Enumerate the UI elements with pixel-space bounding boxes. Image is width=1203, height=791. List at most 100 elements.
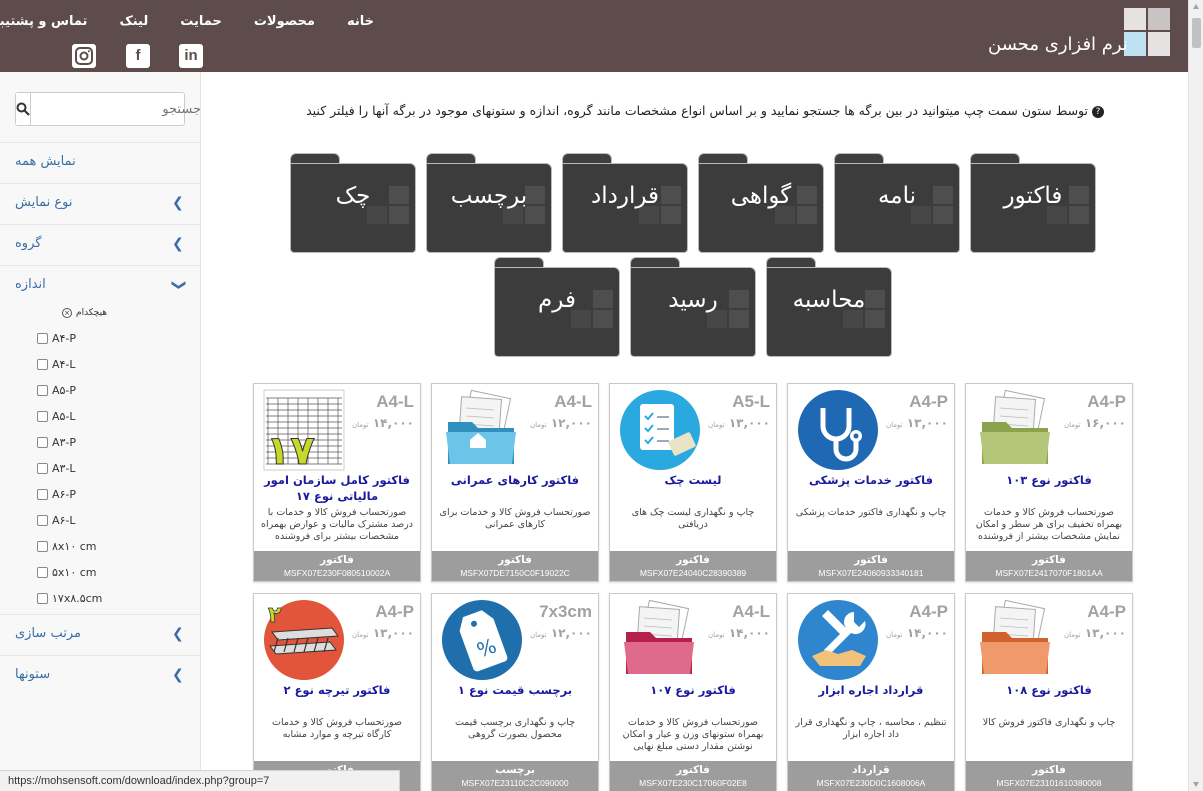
checkbox[interactable] <box>37 540 48 552</box>
size-option[interactable]: A۵-L <box>37 408 76 424</box>
sidebar-sort[interactable]: مرتب سازی ❮ <box>0 614 200 654</box>
folder-category[interactable]: قرارداد <box>562 153 688 253</box>
product-title[interactable]: فاکتور کامل سازمان امور مالیاتی نوع ۱۷ <box>258 472 416 504</box>
chevron-left-icon: ❮ <box>172 667 184 683</box>
product-title[interactable]: لیست چک <box>614 472 772 488</box>
product-description: صورتحساب فروش کالا و خدمات بهمراه ستونها… <box>622 717 764 752</box>
checkbox[interactable] <box>37 358 48 370</box>
product-category[interactable]: قرارداد <box>788 761 954 777</box>
sidebar-columns[interactable]: ستونها ❮ <box>0 655 200 695</box>
folder-category[interactable]: محاسبه <box>766 257 892 357</box>
product-card[interactable]: A4-P ۱۳,۰۰۰ تومان فاکتور نوع ۱۰۸ چاپ و نگهد… <box>965 593 1133 791</box>
product-title[interactable]: فاکتور نوع ۱۰۳ <box>970 472 1128 488</box>
size-option[interactable]: A۳-P <box>37 434 76 450</box>
product-description: صورتحساب فروش کالا و خدمات با درصد مشترک… <box>261 507 413 542</box>
product-card[interactable]: A4-P ۱۴,۰۰۰ تومان قرارداد اجاره ابزار تنظیم… <box>787 593 955 791</box>
site-logo[interactable]: نرم افزاری محسن <box>988 8 1178 64</box>
size-option[interactable]: ۱۷x۸.۵cm <box>37 590 102 606</box>
product-card[interactable]: ۱۷ A4-L ۱۴,۰۰۰ تومان فاکتور کامل سازمان امو… <box>253 383 421 582</box>
product-title[interactable]: فاکتور نوع ۱۰۸ <box>970 682 1128 698</box>
product-card[interactable]: ۲ A4-P ۱۳,۰۰۰ تومان فاکتور تیرچه نوع ۲ صورتح… <box>253 593 421 791</box>
product-code: MSFX07E24060933340181 <box>818 568 924 578</box>
product-price: ۱۴,۰۰۰ تومان <box>352 416 414 430</box>
product-category[interactable]: فاکتور <box>254 551 420 567</box>
checkbox[interactable] <box>37 462 48 474</box>
sidebar-display-type[interactable]: نوع نمایش ❮ <box>0 183 200 223</box>
folder-category[interactable]: فاکتور <box>970 153 1096 253</box>
product-title[interactable]: فاکتور تیرچه نوع ۲ <box>258 682 416 698</box>
search-input[interactable] <box>31 93 209 125</box>
size-option-none[interactable]: × هیچکدام <box>62 308 107 318</box>
product-title[interactable]: فاکتور کارهای عمرانی <box>436 472 594 488</box>
product-category[interactable]: فاکتور <box>432 551 598 567</box>
folder-category[interactable]: رسید <box>630 257 756 357</box>
product-title[interactable]: برچسب قیمت نوع ۱ <box>436 682 594 698</box>
scroll-thumb[interactable] <box>1192 18 1201 48</box>
scroll-down-icon[interactable] <box>1193 782 1199 787</box>
facebook-icon[interactable]: f <box>126 44 150 68</box>
svg-text:۲: ۲ <box>268 603 282 628</box>
logo-text: نرم افزاری محسن <box>988 34 1128 55</box>
checkbox[interactable] <box>37 566 48 578</box>
folder-category[interactable]: گواهی <box>698 153 824 253</box>
checkbox[interactable] <box>37 436 48 448</box>
page-scrollbar[interactable] <box>1188 0 1203 791</box>
product-card[interactable]: % 7x3cm ۱۲,۰۰۰ تومان برچسب قیمت نوع ۱ چاپ و … <box>431 593 599 791</box>
size-option[interactable]: A۶-L <box>37 512 76 528</box>
product-category[interactable]: فاکتور <box>966 761 1132 777</box>
search-button[interactable] <box>16 93 31 125</box>
folder-category[interactable]: نامه <box>834 153 960 253</box>
info-text: ? توسط ستون سمت چپ میتوانید در بین برگه ه… <box>282 103 1104 118</box>
size-option[interactable]: ۸x۱۰ cm <box>37 538 97 554</box>
price-value: ۱۴,۰۰۰ <box>372 416 414 430</box>
folder-category[interactable]: چک <box>290 153 416 253</box>
product-card[interactable]: A4-L ۱۲,۰۰۰ تومان فاکتور کارهای عمرانی صورت… <box>431 383 599 582</box>
size-option-label: A۴-L <box>52 357 76 371</box>
checkbox[interactable] <box>37 410 48 422</box>
product-card[interactable]: A4-P ۱۳,۰۰۰ تومان فاکتور خدمات پزشکی چاپ و … <box>787 383 955 582</box>
product-category[interactable]: برچسب <box>432 761 598 777</box>
product-card[interactable]: A4-P ۱۶,۰۰۰ تومان فاکتور نوع ۱۰۳ صورتحساب ف… <box>965 383 1133 582</box>
folder-category[interactable]: برچسب <box>426 153 552 253</box>
size-option[interactable]: A۵-P <box>37 382 76 398</box>
product-card[interactable]: A4-L ۱۴,۰۰۰ تومان فاکتور نوع ۱۰۷ صورتحساب ف… <box>609 593 777 791</box>
chevron-down-icon: ❮ <box>169 279 186 291</box>
product-card[interactable]: A5-L ۱۳,۰۰۰ تومان لیست چک چاپ و نگهداری لیس… <box>609 383 777 582</box>
product-description: صورتحساب فروش کالا و خدمات کارگاه تیرچه … <box>272 717 402 740</box>
instagram-icon[interactable] <box>72 44 96 68</box>
product-title[interactable]: قرارداد اجاره ابزار <box>792 682 950 698</box>
scroll-up-icon[interactable] <box>1193 4 1199 9</box>
product-price: ۱۴,۰۰۰ تومان <box>708 626 770 640</box>
sidebar-show-all[interactable]: نمایش همه <box>0 142 200 182</box>
checkbox[interactable] <box>37 332 48 344</box>
checkbox[interactable] <box>37 592 48 604</box>
product-category[interactable]: فاکتور <box>610 551 776 567</box>
product-price: ۱۲,۰۰۰ تومان <box>530 626 592 640</box>
folder-category[interactable]: فرم <box>494 257 620 357</box>
nav-links[interactable]: لینک <box>103 14 164 29</box>
size-option[interactable]: ۵x۱۰ cm <box>37 564 97 580</box>
product-title[interactable]: فاکتور خدمات پزشکی <box>792 472 950 488</box>
size-option[interactable]: A۴-L <box>37 356 76 372</box>
size-option[interactable]: A۴-P <box>37 330 76 346</box>
product-category[interactable]: فاکتور <box>966 551 1132 567</box>
product-code: MSFX07E230F080510002A <box>283 568 391 578</box>
size-option[interactable]: A۳-L <box>37 460 76 476</box>
nav-contact[interactable]: تماس و پشتیبانی <box>0 14 103 29</box>
currency-label: تومان <box>530 421 547 429</box>
product-description: صورتحساب فروش کالا و خدمات برای کارهای ع… <box>439 507 591 530</box>
nav-home[interactable]: خانه <box>331 14 390 29</box>
checkbox[interactable] <box>37 488 48 500</box>
checkbox[interactable] <box>37 514 48 526</box>
size-option[interactable]: A۶-P <box>37 486 76 502</box>
product-category[interactable]: فاکتور <box>610 761 776 777</box>
sidebar-size[interactable]: اندازه ❮ <box>0 265 200 305</box>
nav-support[interactable]: حمایت <box>164 14 238 29</box>
checkbox[interactable] <box>37 384 48 396</box>
product-category[interactable]: فاکتور <box>788 551 954 567</box>
linkedin-icon[interactable]: in <box>179 44 203 68</box>
product-title[interactable]: فاکتور نوع ۱۰۷ <box>614 682 772 698</box>
sidebar-group[interactable]: گروه ❮ <box>0 224 200 264</box>
chevron-left-icon: ❮ <box>172 236 184 252</box>
nav-products[interactable]: محصولات <box>238 14 331 29</box>
